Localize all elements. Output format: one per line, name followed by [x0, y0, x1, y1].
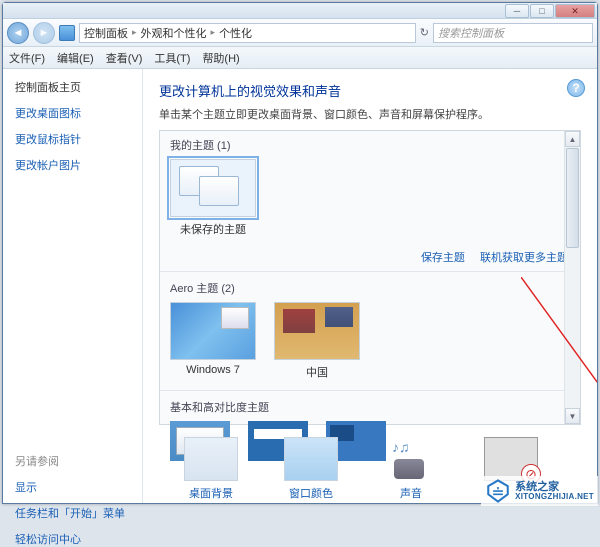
desktop-bg-icon	[184, 437, 238, 481]
back-button[interactable]: ◄	[7, 22, 29, 44]
link-more-themes[interactable]: 联机获取更多主题	[480, 252, 568, 264]
theme-label: 未保存的主题	[170, 221, 256, 237]
sidebar-head: 控制面板主页	[15, 79, 130, 95]
close-button[interactable]: ✕	[555, 4, 595, 18]
menu-help[interactable]: 帮助(H)	[202, 50, 239, 66]
sound-icon	[384, 437, 438, 481]
link-save-theme[interactable]: 保存主题	[421, 252, 465, 264]
breadcrumb[interactable]: 控制面板 ▸ 外观和个性化 ▸ 个性化	[79, 23, 416, 43]
setting-value: Windows 默认	[375, 501, 447, 503]
theme-list: 我的主题 (1) 未保存的主题 保存主题 联机获取更多主题 Aero 主题 (2…	[159, 130, 581, 425]
theme-label: Windows 7	[170, 364, 256, 376]
watermark-text-en: XITONGZHIJIA.NET	[515, 493, 594, 502]
window-color-icon	[284, 437, 338, 481]
scroll-down-button[interactable]: ▼	[565, 408, 580, 424]
scrollbar[interactable]: ▲ ▼	[564, 131, 580, 424]
setting-label: 桌面背景	[175, 485, 247, 501]
setting-value: 纯色	[175, 501, 247, 503]
setting-value: 天空	[275, 501, 347, 503]
section-aero-themes: Aero 主题 (2)	[160, 274, 580, 298]
crumb-personalization[interactable]: 个性化	[219, 25, 252, 41]
control-panel-icon[interactable]	[59, 25, 75, 41]
menu-tools[interactable]: 工具(T)	[154, 50, 190, 66]
sidebar-link-account-picture[interactable]: 更改帐户图片	[15, 157, 130, 173]
theme-windows7[interactable]: Windows 7	[170, 302, 256, 380]
menu-view[interactable]: 查看(V)	[106, 50, 143, 66]
sidebar-link-mouse-pointer[interactable]: 更改鼠标指针	[15, 131, 130, 147]
watermark: 系统之家 XITONGZHIJIA.NET	[481, 476, 598, 506]
menubar: 文件(F) 编辑(E) 查看(V) 工具(T) 帮助(H)	[3, 47, 597, 69]
sidebar-link-display[interactable]: 显示	[15, 479, 130, 495]
sidebar-see-also-head: 另请参阅	[15, 453, 130, 469]
main-panel: ? 更改计算机上的视觉效果和声音 单击某个主题立即更改桌面背景、窗口颜色、声音和…	[143, 69, 597, 503]
navbar: ◄ ► 控制面板 ▸ 外观和个性化 ▸ 个性化 ↻ 搜索控制面板	[3, 19, 597, 47]
page-subtitle: 单击某个主题立即更改桌面背景、窗口颜色、声音和屏幕保护程序。	[159, 106, 581, 122]
crumb-control-panel[interactable]: 控制面板	[84, 25, 128, 41]
crumb-appearance[interactable]: 外观和个性化	[141, 25, 207, 41]
titlebar: ─ □ ✕	[3, 3, 597, 19]
setting-label: 声音	[375, 485, 447, 501]
crumb-sep-icon: ▸	[211, 27, 216, 38]
refresh-icon[interactable]: ↻	[420, 26, 429, 39]
crumb-sep-icon: ▸	[132, 27, 137, 38]
menu-file[interactable]: 文件(F)	[9, 50, 45, 66]
page-title: 更改计算机上的视觉效果和声音	[159, 81, 581, 100]
watermark-logo-icon	[485, 478, 511, 504]
sidebar: 控制面板主页 更改桌面图标 更改鼠标指针 更改帐户图片 另请参阅 显示 任务栏和…	[3, 69, 143, 503]
search-input[interactable]: 搜索控制面板	[433, 23, 593, 43]
section-hc-themes: 基本和高对比度主题	[160, 393, 580, 417]
theme-china[interactable]: 中国	[274, 302, 360, 380]
sidebar-link-desktop-icons[interactable]: 更改桌面图标	[15, 105, 130, 121]
maximize-button[interactable]: □	[530, 4, 554, 18]
section-my-themes: 我的主题 (1)	[160, 131, 580, 155]
minimize-button[interactable]: ─	[505, 4, 529, 18]
scroll-thumb[interactable]	[566, 148, 579, 248]
screensaver-icon	[484, 437, 538, 481]
setting-label: 窗口颜色	[275, 485, 347, 501]
watermark-text-cn: 系统之家	[515, 481, 594, 493]
setting-sound[interactable]: 声音 Windows 默认	[375, 437, 447, 503]
setting-window-color[interactable]: 窗口颜色 天空	[275, 437, 347, 503]
help-icon[interactable]: ?	[567, 79, 585, 97]
setting-desktop-background[interactable]: 桌面背景 纯色	[175, 437, 247, 503]
sidebar-link-taskbar[interactable]: 任务栏和「开始」菜单	[15, 505, 130, 521]
scroll-up-button[interactable]: ▲	[565, 131, 580, 147]
forward-button: ►	[33, 22, 55, 44]
theme-label: 中国	[274, 364, 360, 380]
theme-unsaved[interactable]: 未保存的主题	[170, 159, 256, 237]
sidebar-link-ease-of-access[interactable]: 轻松访问中心	[15, 531, 130, 547]
menu-edit[interactable]: 编辑(E)	[57, 50, 94, 66]
